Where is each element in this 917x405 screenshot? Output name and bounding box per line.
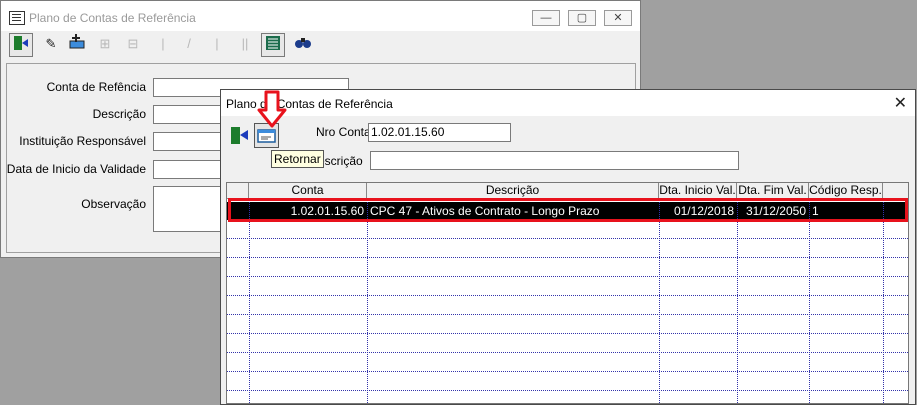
close-button[interactable]: ✕ — [604, 10, 632, 26]
grid-col-line — [249, 199, 250, 403]
data-inicio-input[interactable] — [153, 160, 223, 179]
grid-col-line — [659, 199, 660, 403]
binoculars-search-icon[interactable] — [291, 33, 315, 57]
grid-row-line — [227, 257, 908, 258]
grid-header-conta[interactable]: Conta — [249, 183, 367, 198]
red-arrow-icon — [257, 90, 287, 128]
nro-conta-input[interactable]: 1.02.01.15.60 — [368, 123, 511, 142]
last-record-icon: || — [241, 36, 249, 51]
grid-col-line — [737, 199, 738, 403]
nro-conta-label: Nro Conta — [316, 125, 371, 139]
grid-row-line — [227, 371, 908, 372]
observacao-textarea[interactable] — [153, 186, 223, 232]
grid-row-line — [227, 295, 908, 296]
field-label-descricao: Descrição — [92, 107, 146, 121]
insert-icon: ⊞ — [99, 36, 111, 51]
grid-row-line — [227, 238, 908, 239]
back-window-titlebar: Plano de Contas de Referência — ▢ ✕ — [1, 1, 640, 31]
grid-row-line — [227, 333, 908, 334]
field-label-conta: Conta de Refência — [46, 80, 146, 94]
instituicao-input[interactable] — [153, 132, 223, 151]
grid-row-line — [227, 314, 908, 315]
grid-header-dta-inicio[interactable]: Dta. Inicio Val. — [659, 183, 737, 198]
field-label-observacao: Observação — [81, 197, 146, 211]
form-icon — [9, 11, 25, 25]
edit-pencil-icon[interactable]: ✎ — [39, 33, 63, 57]
descricao-label: escrição — [318, 154, 363, 168]
back-toolbar: ✎ ⊞ ⊟ | / | || — [5, 33, 635, 59]
selected-row-highlight — [228, 198, 908, 222]
grid-row-line — [227, 390, 908, 391]
exit-door-icon[interactable] — [227, 123, 252, 148]
grid-header: Conta Descrição Dta. Inicio Val. Dta. Fi… — [227, 183, 908, 199]
field-label-instituicao: Instituição Responsável — [19, 134, 146, 148]
exit-door-icon[interactable] — [9, 33, 33, 57]
front-close-button[interactable]: ✕ — [894, 93, 907, 113]
retornar-tooltip: Retornar — [271, 150, 324, 168]
minimize-button[interactable]: — — [532, 10, 560, 26]
grid-header-indicator — [227, 183, 249, 198]
grid-col-line — [367, 199, 368, 403]
delete-icon: ⊟ — [127, 36, 139, 51]
first-record-icon: | — [161, 36, 165, 51]
grid-header-codigo-resp[interactable]: Código Resp. — [809, 183, 883, 198]
descricao-search-input[interactable] — [370, 151, 739, 170]
descricao-input[interactable] — [153, 105, 223, 124]
maximize-button[interactable]: ▢ — [568, 10, 596, 26]
front-window-title: Plano de Contas de Referência — [226, 97, 393, 111]
front-window-titlebar: Plano de Contas de Referência ✕ — [221, 90, 915, 116]
grid-header-descricao[interactable]: Descrição — [367, 183, 659, 198]
back-window-title: Plano de Contas de Referência — [29, 11, 196, 25]
next-record-icon: | — [215, 36, 219, 51]
grid-row-line — [227, 276, 908, 277]
prev-record-icon: / — [187, 36, 191, 51]
grid-col-line — [883, 199, 884, 403]
grid-col-line — [809, 199, 810, 403]
front-window: Plano de Contas de Referência ✕ Nro Cont… — [220, 89, 916, 405]
grid-row-line — [227, 352, 908, 353]
list-view-icon[interactable] — [261, 33, 285, 57]
add-record-icon[interactable] — [65, 33, 89, 57]
field-label-data-inicio: Data de Inicio da Validade — [6, 162, 146, 176]
grid-header-dta-fim[interactable]: Dta. Fim Val. — [737, 183, 809, 198]
